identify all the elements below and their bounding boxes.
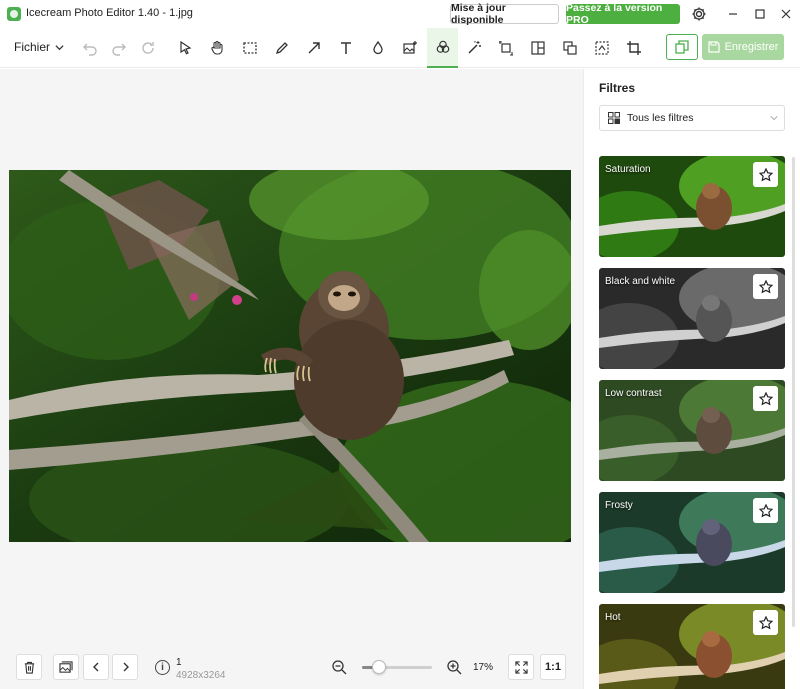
panel-title: Filtres bbox=[599, 81, 636, 95]
fit-screen-icon bbox=[514, 660, 528, 674]
pencil-icon[interactable] bbox=[268, 34, 296, 62]
status-bar: i 1 4928x3264 17% 1:1 bbox=[0, 645, 583, 689]
update-available-button[interactable]: Mise à jour disponible bbox=[450, 2, 559, 26]
fit-to-screen-button[interactable] bbox=[508, 654, 534, 680]
redo-icon[interactable] bbox=[105, 34, 133, 62]
window-title: Icecream Photo Editor 1.40 - 1.jpg bbox=[26, 7, 193, 19]
magic-wand-icon[interactable] bbox=[460, 34, 488, 62]
filters-panel: Filtres Tous les filtres Saturation Blac… bbox=[583, 69, 800, 689]
filter-card-frosty[interactable]: Frosty bbox=[599, 492, 785, 593]
text-icon[interactable] bbox=[332, 34, 360, 62]
favorite-star-icon[interactable] bbox=[753, 162, 778, 187]
marquee-icon[interactable] bbox=[236, 34, 264, 62]
filter-category-select[interactable]: Tous les filtres bbox=[599, 105, 785, 131]
settings-gear-icon[interactable] bbox=[689, 4, 709, 24]
resize-icon[interactable] bbox=[492, 34, 520, 62]
filter-card-hot[interactable]: Hot bbox=[599, 604, 785, 689]
page-number: 1 bbox=[176, 657, 182, 668]
drop-icon[interactable] bbox=[364, 34, 392, 62]
zoom-slider-thumb[interactable] bbox=[371, 660, 386, 674]
delete-button[interactable] bbox=[16, 654, 42, 680]
chevron-down-icon bbox=[55, 44, 64, 50]
save-disk-icon bbox=[707, 41, 720, 53]
save-button[interactable]: Enregistrer bbox=[702, 34, 784, 60]
layers-icon[interactable] bbox=[556, 34, 584, 62]
save-button-label: Enregistrer bbox=[724, 41, 779, 53]
chevron-right-icon bbox=[123, 662, 129, 672]
main-toolbar: Fichier Enregistrer bbox=[0, 28, 800, 68]
duplicate-button[interactable] bbox=[666, 34, 698, 60]
upgrade-pro-button[interactable]: Passez à la version PRO bbox=[566, 2, 680, 26]
gallery-button[interactable] bbox=[53, 654, 79, 680]
canvas-area[interactable] bbox=[0, 69, 583, 645]
filter-card-low-contrast[interactable]: Low contrast bbox=[599, 380, 785, 481]
maximize-icon[interactable] bbox=[750, 4, 770, 24]
title-bar: Icecream Photo Editor 1.40 - 1.jpg Mise … bbox=[0, 0, 800, 28]
arrow-icon[interactable] bbox=[300, 34, 328, 62]
filter-label: Frosty bbox=[605, 500, 633, 511]
file-menu[interactable]: Fichier bbox=[14, 40, 64, 54]
crop-selection-icon[interactable] bbox=[588, 34, 616, 62]
zoom-out-icon[interactable] bbox=[331, 659, 347, 675]
chevron-down-icon bbox=[770, 116, 778, 121]
app-window: Icecream Photo Editor 1.40 - 1.jpg Mise … bbox=[0, 0, 800, 689]
favorite-star-icon[interactable] bbox=[753, 498, 778, 523]
filter-list[interactable]: Saturation Black and white Low contrast … bbox=[599, 156, 786, 689]
filter-card-saturation[interactable]: Saturation bbox=[599, 156, 785, 257]
select-arrow-icon[interactable] bbox=[172, 34, 200, 62]
close-icon[interactable] bbox=[776, 4, 796, 24]
next-image-button[interactable] bbox=[112, 654, 138, 680]
filter-label: Saturation bbox=[605, 164, 651, 175]
add-image-icon[interactable] bbox=[396, 34, 424, 62]
image-dimensions: 4928x3264 bbox=[176, 670, 226, 681]
undo-icon[interactable] bbox=[76, 34, 104, 62]
grid-icon bbox=[608, 112, 620, 124]
favorite-star-icon[interactable] bbox=[753, 386, 778, 411]
collage-icon[interactable] bbox=[524, 34, 552, 62]
file-menu-label: Fichier bbox=[14, 40, 51, 54]
zoom-in-icon[interactable] bbox=[446, 659, 462, 675]
filter-label: Black and white bbox=[605, 276, 676, 287]
info-icon[interactable]: i bbox=[155, 660, 170, 675]
filter-select-value: Tous les filtres bbox=[627, 112, 694, 124]
favorite-star-icon[interactable] bbox=[753, 610, 778, 635]
reset-icon[interactable] bbox=[134, 34, 162, 62]
zoom-percentage: 17% bbox=[473, 662, 494, 673]
filter-card-black-and-white[interactable]: Black and white bbox=[599, 268, 785, 369]
filters-icon[interactable] bbox=[427, 28, 458, 68]
zoom-slider[interactable] bbox=[362, 660, 432, 674]
hand-icon[interactable] bbox=[203, 34, 231, 62]
chevron-left-icon bbox=[92, 662, 98, 672]
sloth-photo bbox=[9, 170, 571, 542]
panel-scrollbar[interactable] bbox=[792, 157, 795, 627]
actual-size-button[interactable]: 1:1 bbox=[540, 654, 566, 680]
minimize-icon[interactable] bbox=[723, 4, 743, 24]
duplicate-icon bbox=[675, 40, 689, 54]
gallery-icon bbox=[59, 660, 73, 673]
filter-label: Hot bbox=[605, 612, 621, 623]
trash-icon bbox=[24, 661, 34, 674]
previous-image-button[interactable] bbox=[83, 654, 109, 680]
filter-label: Low contrast bbox=[605, 388, 662, 399]
favorite-star-icon[interactable] bbox=[753, 274, 778, 299]
crop-icon[interactable] bbox=[620, 34, 648, 62]
app-logo-icon bbox=[7, 7, 21, 21]
